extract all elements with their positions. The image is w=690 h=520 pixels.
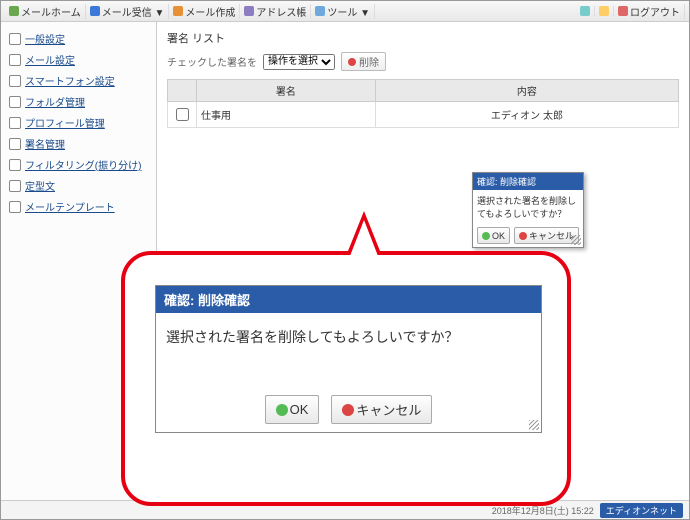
text-icon <box>9 180 21 192</box>
dialog-cancel-button-large[interactable]: キャンセル <box>331 395 432 424</box>
annotation-callout: 確認: 削除確認 選択された署名を削除してもよろしいですか？ OK キャンセル <box>121 251 571 506</box>
ok-icon <box>276 404 288 416</box>
row-checkbox[interactable] <box>176 108 189 121</box>
sidebar-item-profile[interactable]: プロフィール管理 <box>1 112 156 133</box>
toolbar-item-address-book[interactable]: アドレス帳 <box>240 4 311 19</box>
profile-icon <box>9 117 21 129</box>
tools-icon <box>315 6 325 16</box>
signature-table: 署名 内容 仕事用 エディオン 太郎 <box>167 79 679 128</box>
sidebar-item-folder[interactable]: フォルダ管理 <box>1 91 156 112</box>
resize-grip[interactable] <box>571 235 581 245</box>
filter-label: チェックした署名を <box>167 54 257 69</box>
sidebar-item-mail[interactable]: メール設定 <box>1 49 156 70</box>
confirm-dialog-large: 確認: 削除確認 選択された署名を削除してもよろしいですか？ OK キャンセル <box>155 285 542 433</box>
row-name: 仕事用 <box>197 102 376 128</box>
toolbar-item-mail-compose[interactable]: メール作成 <box>169 4 240 19</box>
info-button[interactable] <box>595 6 614 16</box>
sidebar-item-filtering[interactable]: フィルタリング(振り分け) <box>1 154 156 175</box>
signature-icon <box>9 138 21 150</box>
mail-icon <box>9 54 21 66</box>
confirm-dialog-small: 確認: 削除確認 選択された署名を削除してもよろしいですか？ OK キャンセル <box>472 172 584 248</box>
brand-badge: エディオンネット <box>600 503 683 518</box>
inbox-icon <box>90 6 100 16</box>
toolbar-item-mail-home[interactable]: メールホーム <box>5 4 86 19</box>
sidebar-item-general[interactable]: 一般設定 <box>1 28 156 49</box>
sidebar-item-template-text[interactable]: 定型文 <box>1 175 156 196</box>
template-icon <box>9 201 21 213</box>
sidebar-item-smartphone[interactable]: スマートフォン設定 <box>1 70 156 91</box>
page-title: 署名 リスト <box>167 30 679 46</box>
ok-icon <box>482 232 490 240</box>
col-content: 内容 <box>375 80 678 102</box>
top-toolbar: メールホーム メール受信 ▼ メール作成 アドレス帳 ツール ▼ ログアウト <box>1 1 689 22</box>
toolbar-item-tools[interactable]: ツール ▼ <box>311 4 375 19</box>
sidebar-item-mail-template[interactable]: メールテンプレート <box>1 196 156 217</box>
help-icon <box>580 6 590 16</box>
gear-icon <box>9 33 21 45</box>
table-row[interactable]: 仕事用 エディオン 太郎 <box>168 102 679 128</box>
dialog-title: 確認: 削除確認 <box>473 173 583 190</box>
folder-icon <box>9 96 21 108</box>
addressbook-icon <box>244 6 254 16</box>
dialog-ok-button[interactable]: OK <box>477 227 510 244</box>
filter-icon <box>9 159 21 171</box>
resize-grip[interactable] <box>529 420 539 430</box>
dialog-message: 選択された署名を削除してもよろしいですか？ <box>473 190 583 224</box>
cancel-icon <box>519 232 527 240</box>
logout-icon <box>618 6 628 16</box>
col-checkbox <box>168 80 197 102</box>
dialog-cancel-button[interactable]: キャンセル <box>514 227 579 244</box>
col-name: 署名 <box>197 80 376 102</box>
compose-icon <box>173 6 183 16</box>
dialog-message-large: 選択された署名を削除してもよろしいですか？ <box>156 313 541 387</box>
logout-button[interactable]: ログアウト <box>614 4 685 19</box>
sidebar-item-signature[interactable]: 署名管理 <box>1 133 156 154</box>
delete-button[interactable]: 削除 <box>341 52 386 71</box>
bulk-action-select[interactable]: 操作を選択 <box>263 54 335 70</box>
delete-icon <box>348 58 356 66</box>
dialog-ok-button-large[interactable]: OK <box>265 395 320 424</box>
cancel-icon <box>342 404 354 416</box>
help-button[interactable] <box>576 6 595 16</box>
callout-pointer-inner <box>350 220 378 256</box>
phone-icon <box>9 75 21 87</box>
dialog-title-large: 確認: 削除確認 <box>156 286 541 313</box>
row-content: エディオン 太郎 <box>375 102 678 128</box>
toolbar-item-mail-receive[interactable]: メール受信 ▼ <box>86 4 170 19</box>
info-icon <box>599 6 609 16</box>
home-icon <box>9 6 19 16</box>
